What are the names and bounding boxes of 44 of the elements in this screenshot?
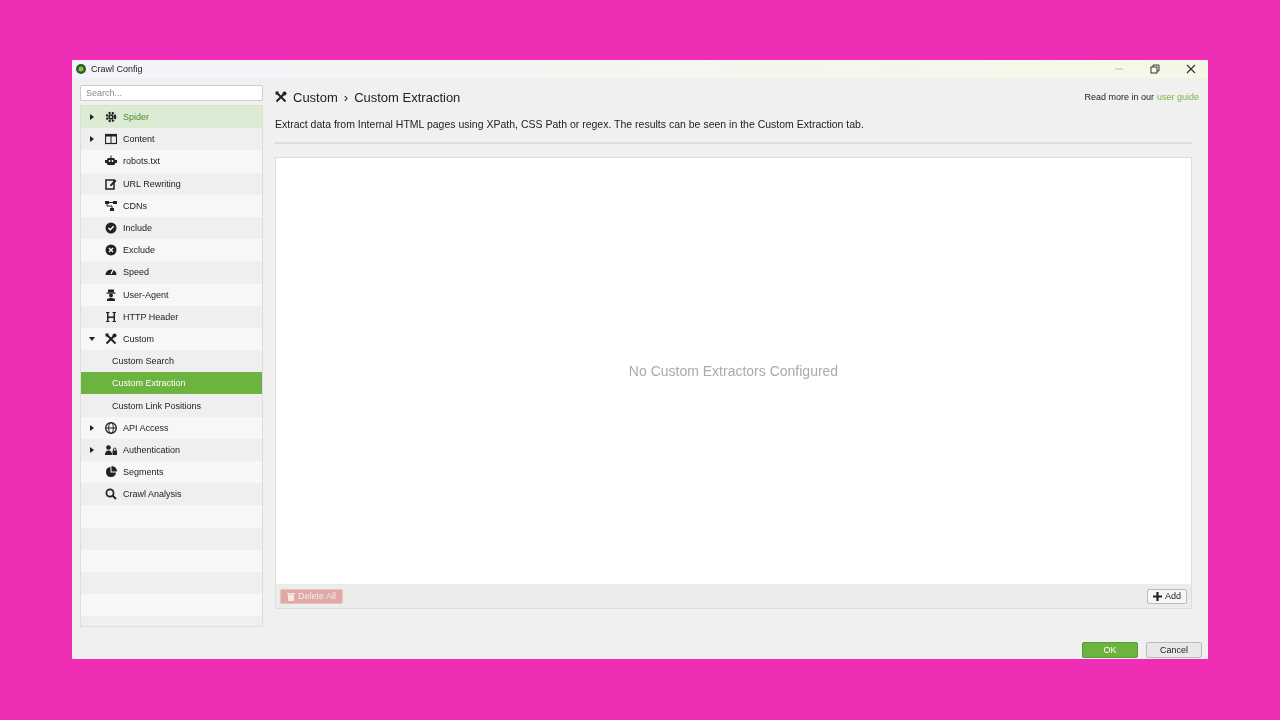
search-icon — [105, 488, 117, 501]
breadcrumb-item: Custom — [293, 89, 338, 105]
sidebar-item[interactable]: Custom Link Positions — [81, 394, 262, 417]
sidebar-item[interactable]: HTTP Header — [81, 305, 262, 328]
check-circle-icon — [105, 222, 117, 235]
network-icon — [105, 199, 117, 212]
breadcrumb-item: Custom Extraction — [354, 89, 461, 105]
sidebar-item[interactable]: URL Rewriting — [81, 172, 262, 195]
gear-icon — [105, 111, 117, 124]
trash-icon — [287, 591, 295, 601]
sidebar-item[interactable]: Spider — [81, 106, 262, 129]
sidebar-item[interactable]: Content — [81, 128, 262, 151]
sidebar-item[interactable]: Crawl Analysis — [81, 483, 262, 506]
person-icon — [105, 288, 117, 301]
columns-icon — [105, 133, 117, 146]
description-text: Extract data from Internal HTML pages using XPath, CSS Path or regex. The results can be seen in the Custom Extraction tab. — [275, 113, 1192, 144]
collapsed-arrow-icon[interactable] — [89, 424, 95, 431]
edit-icon — [105, 177, 117, 190]
x-circle-icon — [105, 244, 117, 257]
close-button[interactable] — [1186, 64, 1196, 74]
pie-chart-icon — [105, 466, 117, 479]
tools-icon — [105, 332, 117, 345]
breadcrumb-separator: › — [343, 89, 349, 105]
globe-icon — [105, 421, 117, 434]
users-icon — [105, 443, 117, 456]
sidebar-item[interactable]: Authentication — [81, 438, 262, 461]
collapsed-arrow-icon[interactable] — [89, 446, 95, 453]
heading-icon — [105, 310, 117, 323]
empty-message: No Custom Extractors Configured — [628, 363, 839, 379]
sidebar-item[interactable]: Include — [81, 216, 262, 240]
plus-icon — [1153, 591, 1162, 601]
sidebar-item[interactable]: Speed — [81, 261, 262, 284]
tools-icon — [275, 91, 287, 103]
search-field[interactable]: Search... — [80, 85, 263, 101]
expanded-arrow-icon[interactable] — [89, 335, 95, 342]
robot-icon — [105, 155, 117, 168]
sidebar-item[interactable]: Custom Search — [81, 350, 262, 373]
collapsed-arrow-icon[interactable] — [89, 114, 95, 121]
cancel-button[interactable]: Cancel — [1146, 642, 1202, 658]
window-title: Crawl Config — [91, 64, 143, 74]
add-button[interactable]: Add — [1147, 588, 1187, 604]
help-text: Read more in our — [1084, 92, 1154, 102]
restore-button[interactable] — [1150, 64, 1160, 74]
collapsed-arrow-icon[interactable] — [89, 136, 95, 143]
